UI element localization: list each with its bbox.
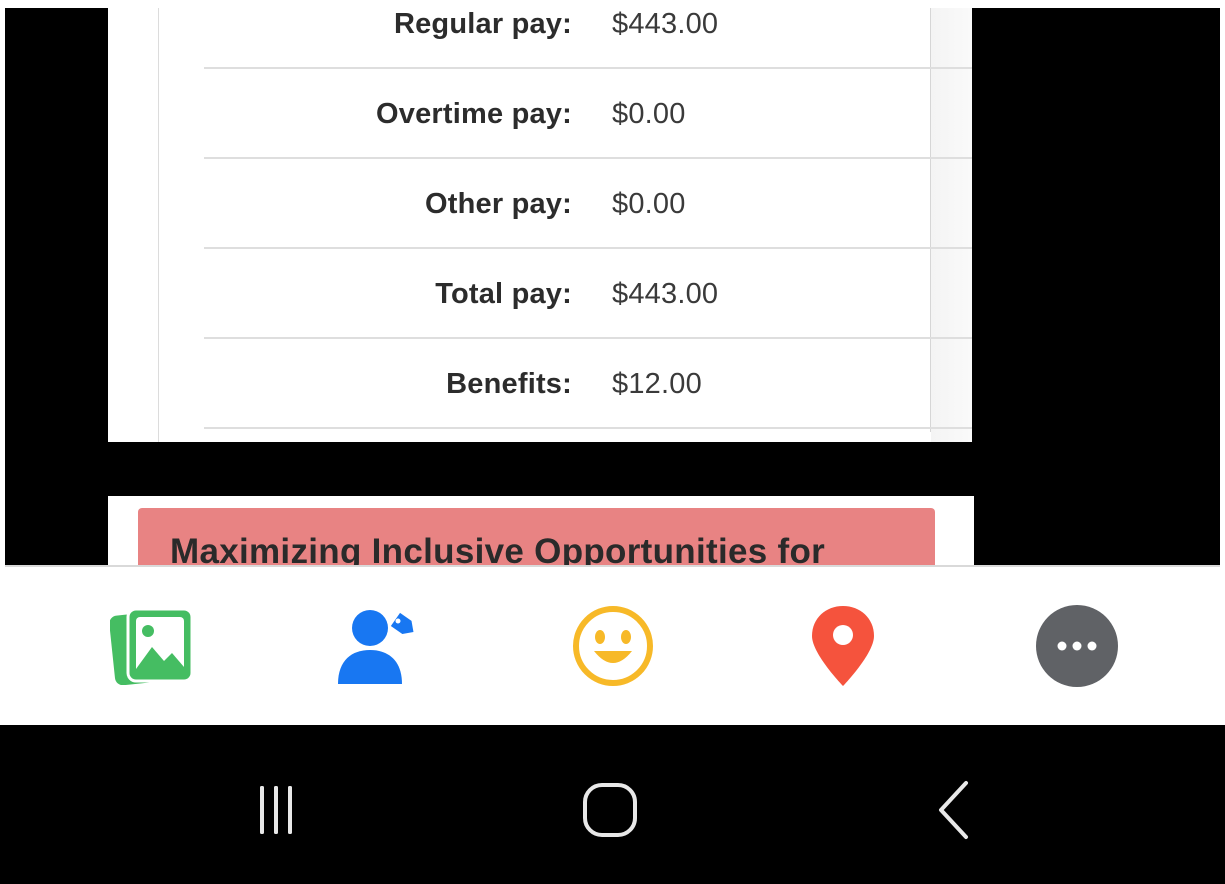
system-navigation-bar [0, 725, 1225, 884]
pay-value: $0.00 [612, 188, 686, 220]
pay-label: Other pay: [424, 188, 572, 220]
more-options-icon [1036, 605, 1118, 687]
card-left-rule [158, 8, 159, 442]
pay-row-benefits: Benefits: $12.00 [204, 339, 972, 429]
recent-apps-button[interactable] [227, 775, 317, 845]
pay-label: Total pay: [435, 278, 572, 310]
pay-row-overtime: Overtime pay: $0.00 [204, 69, 972, 159]
feeling-smiley-icon [573, 606, 653, 686]
photo-gallery-icon [110, 607, 194, 685]
pay-label: Benefits: [446, 368, 572, 400]
pay-row-total: Total pay: $443.00 [204, 249, 972, 339]
screenshot: Regular pay: $443.00 Overtime pay: $0.00… [0, 0, 1225, 884]
pay-label: Overtime pay: [375, 98, 572, 130]
tag-people-icon [338, 610, 414, 684]
composer-toolbar [5, 565, 1220, 725]
check-in-location-icon [812, 606, 874, 686]
back-icon [939, 781, 968, 839]
pay-label: Regular pay: [393, 8, 572, 40]
home-button[interactable] [565, 775, 655, 845]
pay-details-card: Regular pay: $443.00 Overtime pay: $0.00… [108, 8, 972, 442]
pay-value: $443.00 [612, 278, 719, 310]
back-button[interactable] [906, 775, 996, 845]
feeling-activity-button[interactable] [568, 601, 658, 691]
check-in-button[interactable] [798, 601, 888, 691]
pay-value: $12.00 [612, 368, 702, 400]
pay-value: $0.00 [612, 98, 686, 130]
pay-value: $443.00 [612, 8, 719, 40]
next-card: Maximizing Inclusive Opportunities for [108, 496, 974, 578]
tag-people-button[interactable] [330, 601, 420, 691]
home-icon [583, 783, 637, 837]
add-photo-button[interactable] [108, 601, 198, 691]
pay-row-regular: Regular pay: $443.00 [204, 0, 972, 69]
more-options-button[interactable] [1032, 601, 1122, 691]
recent-apps-icon [260, 786, 292, 834]
pay-row-other: Other pay: $0.00 [204, 159, 972, 249]
